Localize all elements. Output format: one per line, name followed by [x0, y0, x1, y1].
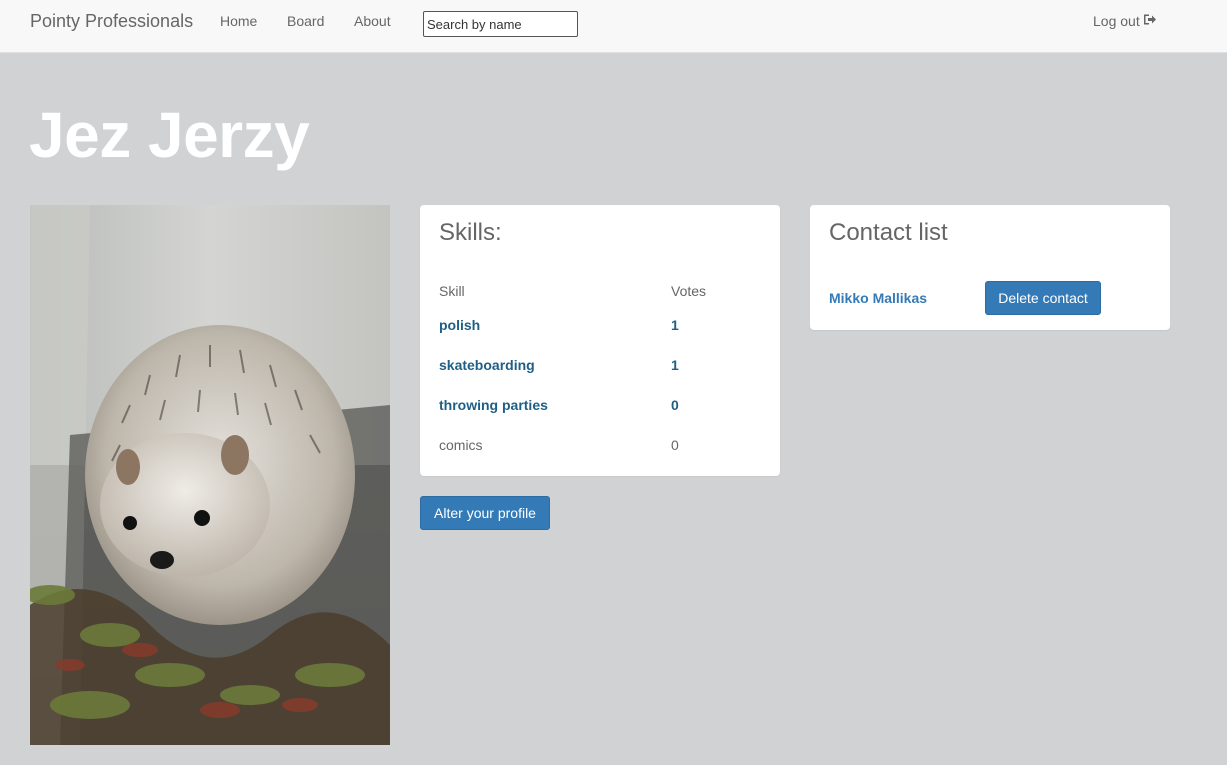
skills-table: Skill Votes polish 1 skateboarding 1 thr…: [439, 275, 769, 465]
vote-link[interactable]: 0: [671, 397, 679, 413]
skills-header-row: Skill Votes: [439, 275, 769, 305]
page-title: Jez Jerzy: [29, 99, 310, 171]
column-header-votes: Votes: [671, 283, 707, 299]
skill-link[interactable]: polish: [439, 317, 480, 333]
contact-link[interactable]: Mikko Mallikas: [829, 290, 927, 306]
navbar: Pointy Professionals Home Board About Lo…: [0, 0, 1227, 53]
sign-out-icon: [1143, 13, 1157, 29]
skills-heading: Skills:: [439, 219, 502, 246]
nav-about[interactable]: About: [354, 13, 391, 29]
column-header-skill: Skill: [439, 283, 465, 299]
delete-contact-button[interactable]: Delete contact: [985, 281, 1101, 315]
skill-label: comics: [439, 437, 483, 453]
vote-count: 0: [671, 437, 679, 453]
nav-board[interactable]: Board: [287, 13, 324, 29]
vote-link[interactable]: 1: [671, 317, 679, 333]
table-row: polish 1: [439, 305, 769, 345]
contact-panel: Contact list Mikko Mallikas Delete conta…: [810, 205, 1170, 330]
skill-link[interactable]: skateboarding: [439, 357, 535, 373]
skills-panel: Skills: Skill Votes polish 1 skateboardi…: [420, 205, 780, 476]
alter-profile-button[interactable]: Alter your profile: [420, 496, 550, 530]
brand-link[interactable]: Pointy Professionals: [30, 11, 193, 32]
contact-heading: Contact list: [829, 219, 948, 246]
table-row: throwing parties 0: [439, 385, 769, 425]
search-input[interactable]: [423, 11, 578, 37]
table-row: skateboarding 1: [439, 345, 769, 385]
logout-label: Log out: [1093, 13, 1140, 29]
skill-link[interactable]: throwing parties: [439, 397, 548, 413]
profile-photo: [30, 205, 390, 745]
nav-home[interactable]: Home: [220, 13, 257, 29]
logout-link[interactable]: Log out: [1093, 13, 1157, 29]
table-row: comics 0: [439, 425, 769, 465]
vote-link[interactable]: 1: [671, 357, 679, 373]
